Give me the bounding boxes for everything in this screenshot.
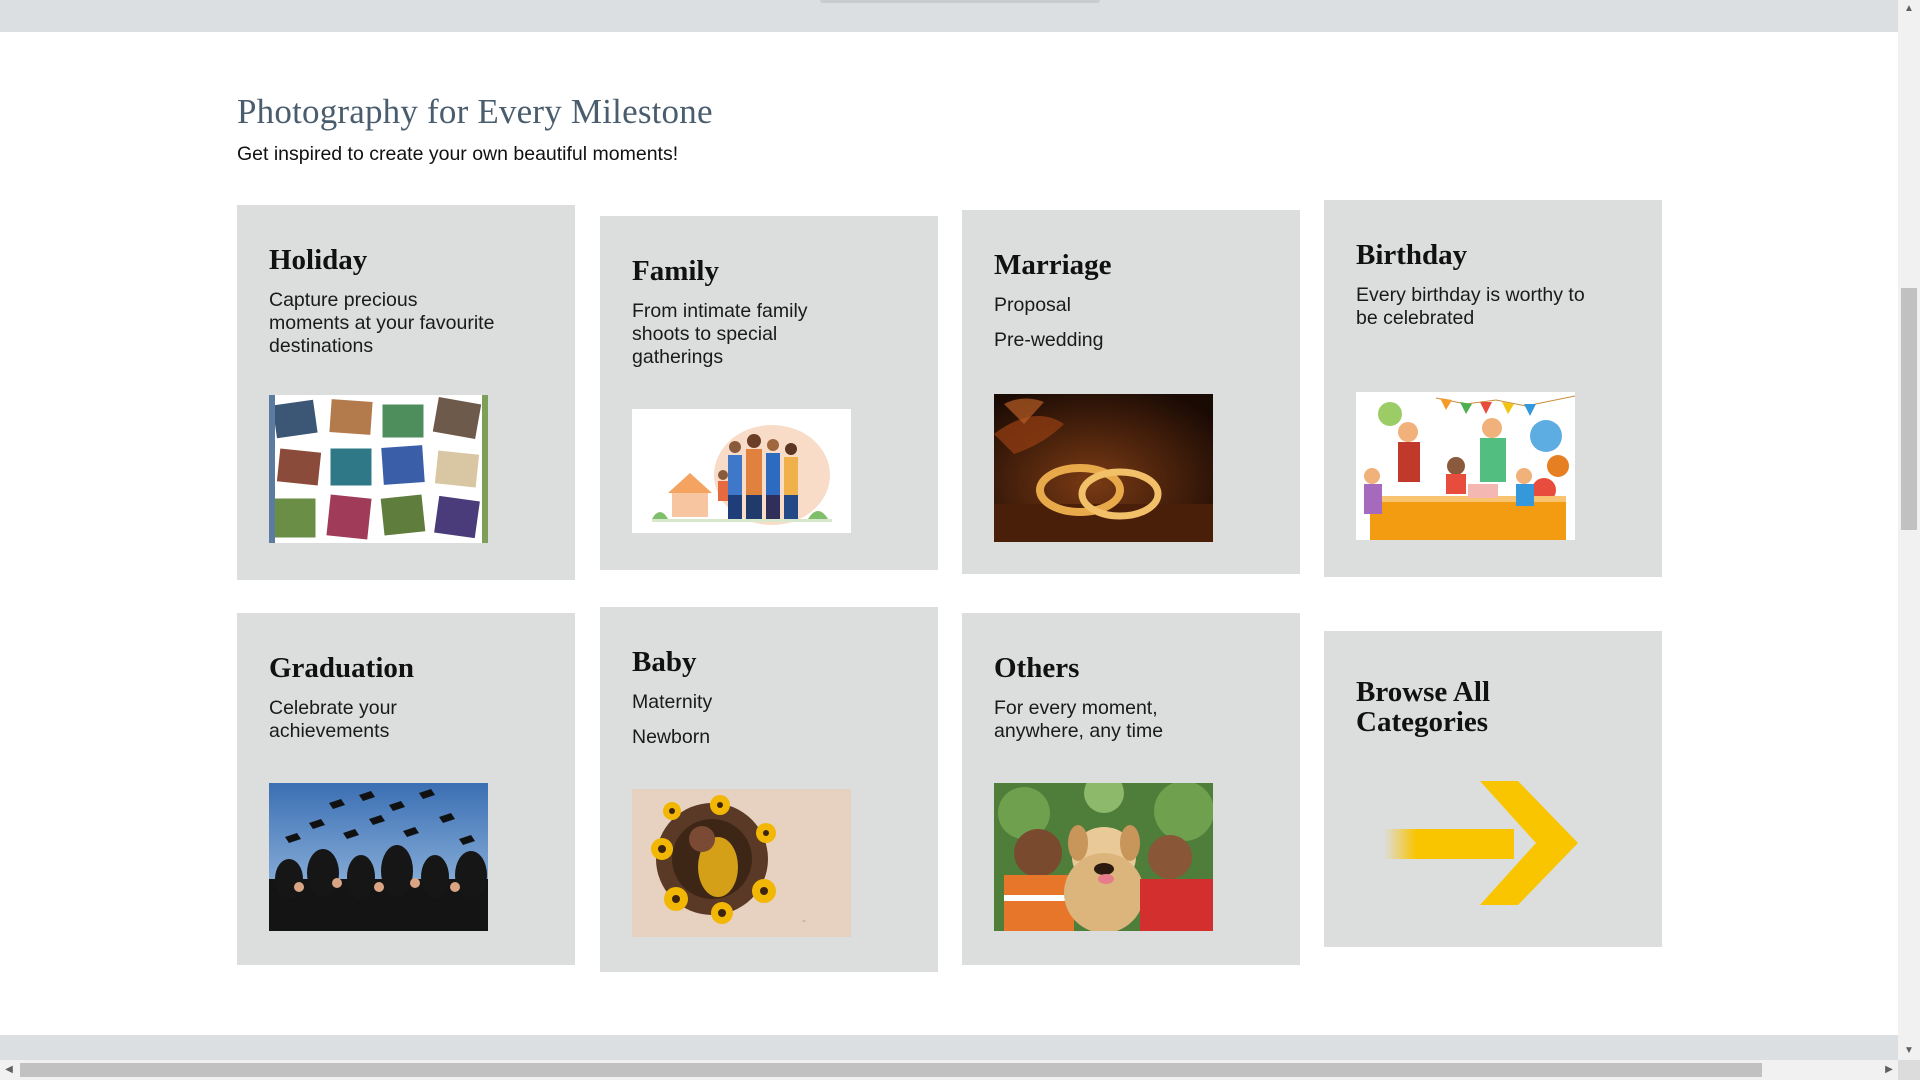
card-line: Pre-wedding [994, 329, 1104, 351]
scroll-down-arrow-icon[interactable]: ▼ [1898, 1042, 1920, 1060]
card-title: Baby [632, 646, 697, 678]
card-title: Birthday [1356, 239, 1468, 271]
arrow-right-icon[interactable] [1384, 781, 1584, 905]
wedding-rings-image[interactable] [994, 394, 1213, 542]
section-title: Photography for Every Milestone [237, 92, 713, 131]
card-lines: Maternity Newborn [632, 691, 712, 761]
travel-collage-image[interactable] [269, 395, 488, 543]
card-title: Others [994, 652, 1080, 684]
card-lines: Proposal Pre-wedding [994, 294, 1103, 364]
header-shadow [820, 0, 1100, 3]
card-others[interactable]: Others For every moment, anywhere, any t… [962, 613, 1300, 965]
card-line: Proposal [994, 294, 1071, 316]
vertical-scroll-thumb[interactable] [1901, 288, 1917, 530]
family-illustration-image[interactable] [632, 409, 851, 533]
card-marriage[interactable]: Marriage Proposal Pre-wedding [962, 210, 1300, 574]
card-description: From intimate family shoots to special g… [632, 300, 808, 368]
card-title: Holiday [269, 244, 368, 276]
card-title: Browse All Categories [1356, 676, 1490, 738]
graduation-image[interactable] [269, 783, 488, 931]
card-browse-all[interactable]: Browse All Categories [1324, 631, 1662, 947]
horizontal-scroll-thumb[interactable] [20, 1063, 1762, 1077]
scroll-up-arrow-icon[interactable]: ▲ [1898, 0, 1920, 18]
card-baby[interactable]: Baby Maternity Newborn ~ [600, 607, 938, 972]
card-birthday[interactable]: Birthday Every birthday is worthy to be … [1324, 200, 1662, 577]
scrollbar-corner [1898, 1060, 1920, 1080]
kids-dog-image[interactable] [994, 783, 1213, 931]
scroll-left-arrow-icon[interactable]: ◀ [0, 1060, 18, 1080]
milestone-section: Photography for Every Milestone Get insp… [0, 32, 1898, 1035]
card-description: Celebrate your achievements [269, 697, 397, 742]
card-family[interactable]: Family From intimate family shoots to sp… [600, 216, 938, 570]
card-graduation[interactable]: Graduation Celebrate your achievements [237, 613, 575, 965]
scroll-right-arrow-icon[interactable]: ▶ [1880, 1060, 1898, 1080]
card-description: Capture precious moments at your favouri… [269, 289, 495, 357]
card-title: Family [632, 255, 719, 287]
card-title: Graduation [269, 652, 415, 684]
horizontal-scrollbar[interactable]: ◀ ▶ [0, 1060, 1920, 1080]
vertical-scrollbar[interactable]: ▲ ▼ [1898, 0, 1920, 1060]
card-description: For every moment, anywhere, any time [994, 697, 1164, 742]
bottom-band [0, 1035, 1898, 1060]
card-line: Maternity [632, 691, 713, 713]
svg-text:~: ~ [802, 919, 806, 925]
card-line: Newborn [632, 726, 711, 748]
card-description: Every birthday is worthy to be celebrate… [1356, 284, 1585, 329]
card-holiday[interactable]: Holiday Capture precious moments at your… [237, 205, 575, 580]
card-title: Marriage [994, 249, 1112, 281]
section-subtitle: Get inspired to create your own beautifu… [237, 143, 679, 165]
birthday-illustration-image[interactable] [1356, 392, 1575, 540]
top-band [0, 0, 1898, 32]
newborn-image[interactable]: ~ [632, 789, 851, 937]
